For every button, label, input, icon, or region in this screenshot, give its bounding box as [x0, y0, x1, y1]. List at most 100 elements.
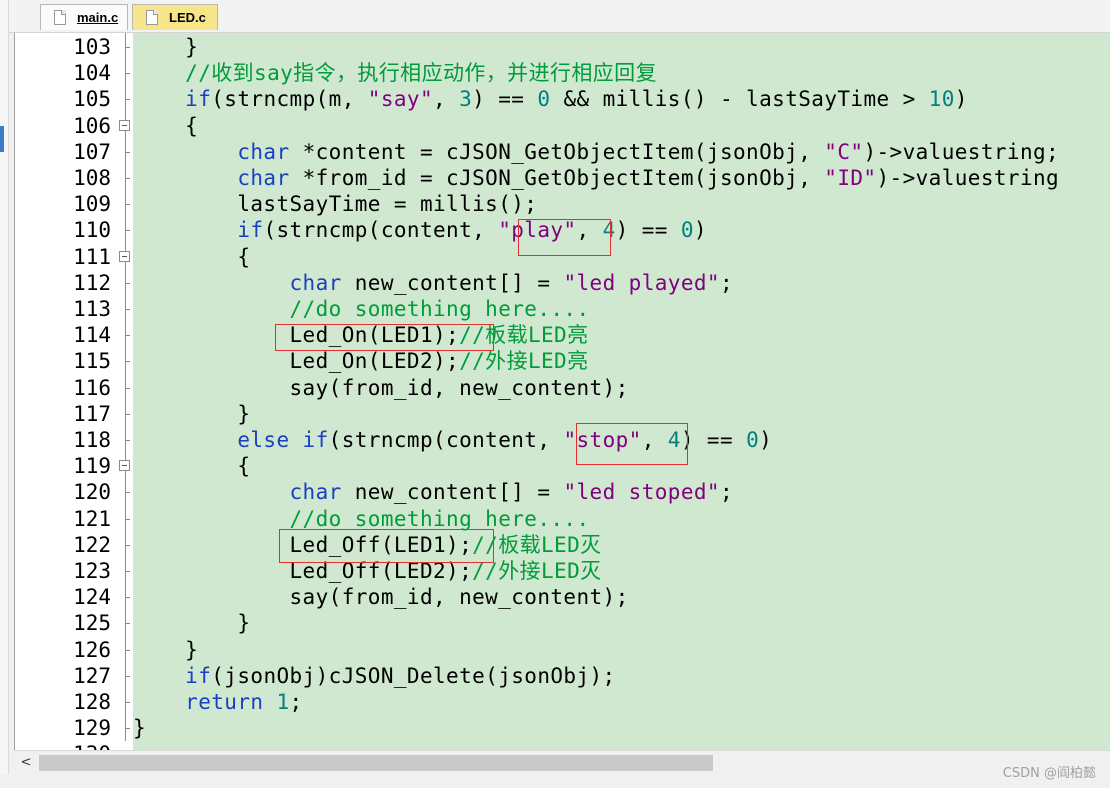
scrollbar-thumb[interactable] [39, 755, 713, 771]
code-token: 4 [602, 218, 616, 243]
scroll-left-icon[interactable]: < [18, 754, 34, 772]
fold-tick [125, 387, 130, 389]
code-line[interactable]: char new_content[] = "led stoped"; [133, 479, 733, 505]
code-line[interactable]: //do something here.... [133, 506, 590, 532]
code-token: , [576, 218, 603, 243]
fold-tick [125, 47, 130, 48]
fold-tick [125, 440, 130, 441]
code-line[interactable]: { [133, 113, 198, 139]
code-line[interactable]: } [133, 401, 250, 427]
code-token: "stop" [563, 428, 642, 452]
line-number: 119 [73, 454, 111, 479]
code-line[interactable]: } [133, 610, 250, 636]
code-line[interactable]: { [133, 244, 250, 270]
code-token: ) == [615, 218, 681, 243]
code-token: { [133, 113, 199, 138]
tab-bar: main.c LED.c [0, 0, 1110, 33]
fold-toggle-icon[interactable] [119, 250, 130, 262]
code-token: 10 [928, 87, 955, 112]
code-token: "led played" [563, 270, 720, 295]
code-token: Led_On(LED2); [133, 349, 460, 374]
line-number: 112 [73, 270, 111, 295]
fold-tick [125, 675, 130, 677]
line-number: 120 [73, 480, 111, 505]
code-line[interactable]: Led_On(LED1);//板载LED亮 [133, 322, 589, 348]
code-token: )->valuestring [876, 166, 1060, 190]
code-line[interactable]: char *from_id = cJSON_GetObjectItem(json… [133, 165, 1059, 191]
line-number: 122 [73, 532, 111, 557]
code-token: *content = cJSON_GetObjectItem(jsonObj, [289, 139, 825, 164]
code-token: if [133, 663, 212, 688]
left-panel-marker [0, 126, 4, 152]
line-number: 106 [73, 113, 111, 138]
code-token: "play" [498, 218, 577, 243]
code-token: 1 [276, 690, 290, 714]
code-token: Led_Off(LED2); [133, 559, 473, 583]
code-line[interactable]: Led_Off(LED1);//板载LED灭 [133, 532, 602, 558]
fold-tick [125, 151, 130, 153]
code-token: say(from_id, new_content); [133, 375, 629, 400]
code-line[interactable]: Led_On(LED2);//外接LED亮 [133, 348, 589, 374]
code-token: ) [693, 218, 707, 243]
fold-tick [125, 204, 130, 206]
code-line[interactable]: return 1; [133, 689, 303, 715]
code-line[interactable]: say(from_id, new_content); [133, 584, 629, 610]
horizontal-scrollbar[interactable]: < [14, 750, 1110, 775]
code-line[interactable]: { [133, 453, 250, 479]
code-token: char [133, 270, 342, 295]
line-number: 107 [73, 139, 111, 164]
code-line[interactable]: if(strncmp(m, "say", 3) == 0 && millis()… [133, 86, 968, 112]
code-line[interactable]: //do something here.... [133, 296, 590, 322]
line-number: 105 [73, 87, 111, 112]
line-number: 113 [73, 297, 111, 321]
line-number: 126 [73, 637, 111, 662]
code-token: //外接LED亮 [459, 349, 589, 374]
code-token: Led_Off(LED1); [133, 532, 473, 557]
code-editor[interactable]: 103 104 105 106 107 108 109 110 111 112 113 114 115 1… [14, 33, 1110, 750]
code-line[interactable]: char new_content[] = "led played"; [133, 270, 733, 296]
code-line[interactable]: char *content = cJSON_GetObjectItem(json… [133, 139, 1059, 165]
code-line[interactable]: if(jsonObj)cJSON_Delete(jsonObj); [133, 663, 616, 689]
fold-tick [125, 623, 130, 625]
code-token: //板载LED亮 [459, 323, 589, 348]
fold-tick [125, 544, 130, 546]
code-token: lastSayTime = millis(); [133, 192, 538, 217]
code-area[interactable]: } //收到say指令，执行相应动作，并进行相应回复 if(strncmp(m,… [133, 33, 1110, 750]
code-line[interactable]: if(strncmp(content, "play", 4) == 0) [133, 217, 707, 243]
code-line[interactable]: } [133, 715, 146, 741]
code-token: return [133, 690, 264, 714]
code-token: ; [719, 270, 734, 295]
line-number: 127 [73, 663, 111, 688]
tab-main-c[interactable]: main.c [40, 4, 128, 30]
line-number: 125 [73, 611, 111, 636]
fold-tick [125, 309, 130, 310]
code-token: char [133, 166, 290, 190]
code-line[interactable]: //收到say指令，执行相应动作，并进行相应回复 [133, 60, 657, 86]
code-token: } [133, 611, 251, 636]
code-token: ) == [472, 87, 538, 112]
fold-toggle-icon[interactable] [119, 119, 130, 131]
line-number: 108 [73, 166, 111, 190]
code-token: ; [289, 690, 303, 714]
fold-tick [125, 702, 130, 703]
tab-label: main.c [77, 10, 119, 25]
fold-tick [125, 99, 130, 101]
tab-led-c[interactable]: LED.c [132, 4, 218, 30]
code-line[interactable]: lastSayTime = millis(); [133, 191, 537, 217]
code-line[interactable]: Led_Off(LED2);//外接LED灭 [133, 558, 602, 584]
fold-tick [125, 728, 130, 730]
fold-tick [125, 492, 130, 494]
code-token: && millis() - lastSayTime > [550, 87, 929, 112]
line-number: 111 [73, 244, 111, 269]
code-line[interactable]: } [133, 34, 198, 60]
code-line[interactable]: say(from_id, new_content); [133, 375, 629, 401]
code-token: 0 [746, 428, 760, 452]
fold-toggle-icon[interactable] [119, 460, 130, 472]
code-token: //do something here.... [133, 506, 590, 531]
code-token: else if [133, 428, 329, 452]
code-line[interactable]: } [133, 637, 198, 663]
code-line[interactable]: else if(strncmp(content, "stop", 4) == 0… [133, 427, 772, 453]
code-token: new_content[] = [341, 270, 564, 295]
code-token: } [133, 35, 199, 59]
code-token: , [433, 87, 460, 112]
